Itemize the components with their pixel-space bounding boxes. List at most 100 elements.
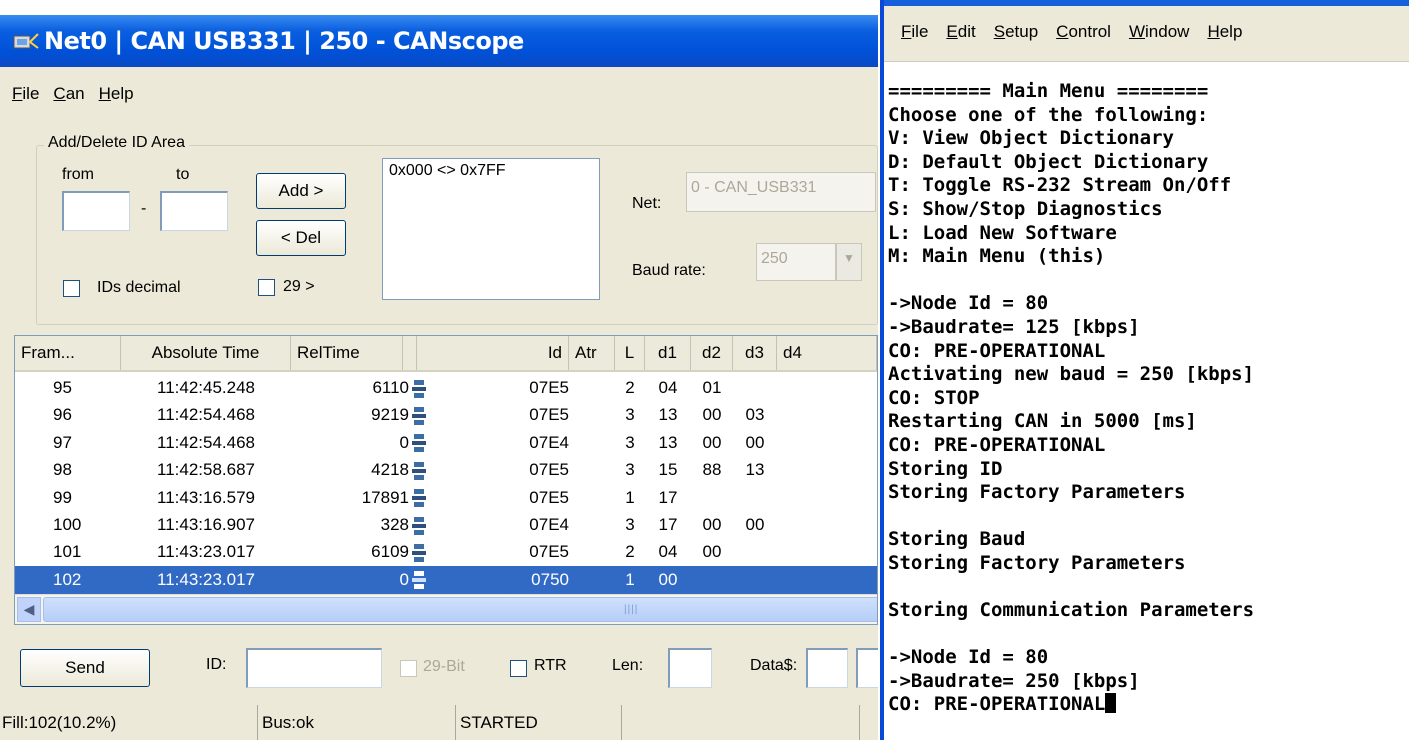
terminal-line: Choose one of the following: [888, 103, 1209, 126]
col-reltime[interactable]: RelTime [291, 336, 403, 370]
cell-d3 [733, 566, 777, 594]
cell-rel: 328 [380, 515, 409, 534]
bit29-send-checkbox[interactable] [400, 660, 417, 677]
table-row[interactable]: 99 11:43:16.579 17891 07E5 1 17 [15, 484, 877, 512]
data-input-2[interactable] [856, 648, 878, 688]
scroll-left-icon[interactable]: ◀ [17, 597, 41, 622]
cell-abs: 11:42:45.248 [157, 378, 255, 397]
net-select[interactable]: 0 - CAN_USB331 [686, 172, 876, 212]
cell-rel: 0 [399, 569, 409, 589]
cell-id: 07E5 [529, 460, 569, 480]
send-button[interactable]: Send [20, 649, 150, 687]
col-icon[interactable] [403, 336, 417, 370]
cell-rel: 4218 [371, 460, 409, 480]
del-button[interactable]: < Del [256, 220, 346, 256]
table-row[interactable]: 102 11:43:23.017 0 0750 1 00 [15, 565, 877, 594]
cell-l: 2 [625, 542, 635, 562]
col-absolute-time[interactable]: Absolute Time [121, 336, 291, 370]
to-input[interactable] [160, 191, 228, 231]
cell-abs: 11:43:23.017 [157, 542, 255, 562]
len-input[interactable] [668, 648, 712, 688]
ids-decimal-checkbox[interactable] [63, 280, 80, 297]
col-d1[interactable]: d1 [645, 336, 691, 370]
terminal-line: V: View Object Dictionary [888, 127, 1174, 150]
len-label: Len: [612, 657, 644, 674]
data-label: Data$: [750, 657, 798, 674]
cell-l: 3 [625, 432, 635, 452]
table-row[interactable]: 97 11:42:54.468 0 07E4 3 13 00 00 [15, 429, 877, 457]
net-label: Net: [632, 195, 662, 212]
cell-d2: 00 [702, 405, 722, 425]
cell-frame: 99 [53, 487, 72, 507]
terminal-menu-file[interactable]: File [901, 22, 928, 61]
id-range-item[interactable]: 0x000 <> 0x7FF [389, 162, 593, 180]
baud-dropdown-arrow-icon[interactable]: ▼ [836, 243, 862, 281]
col-len[interactable]: L [615, 336, 645, 370]
status-bus: Bus:ok [260, 705, 456, 740]
terminal-output[interactable]: ========= Main Menu ======== Choose one o… [888, 80, 1409, 717]
cell-atr [569, 538, 615, 566]
cell-id: 0750 [531, 569, 569, 589]
cell-d1: 13 [658, 432, 678, 452]
terminal-line: T: Toggle RS-232 Stream On/Off [888, 174, 1232, 197]
cell-d2 [691, 566, 733, 594]
table-row[interactable]: 95 11:42:45.248 6110 07E5 2 04 01 [15, 374, 877, 402]
cell-l: 3 [625, 515, 635, 534]
send-id-input[interactable] [246, 648, 382, 688]
col-d3[interactable]: d3 [733, 336, 777, 370]
cell-rel: 9219 [371, 405, 409, 425]
menu-help[interactable]: Help [99, 82, 134, 112]
col-d4[interactable]: d4 [777, 336, 877, 370]
from-input[interactable] [62, 191, 130, 231]
terminal-menu-edit[interactable]: Edit [946, 22, 975, 61]
add-button[interactable]: Add > [256, 173, 346, 209]
cell-l: 3 [625, 460, 635, 480]
scroll-thumb[interactable] [43, 597, 877, 622]
cell-frame: 101 [53, 542, 82, 562]
cell-abs: 11:42:54.468 [157, 432, 255, 452]
data-input[interactable] [806, 648, 848, 688]
baud-label: Baud rate: [632, 262, 706, 279]
id-area-legend: Add/Delete ID Area [44, 134, 189, 152]
terminal-menu-setup[interactable]: Setup [994, 22, 1038, 61]
cell-id: 07E5 [529, 378, 569, 397]
id-range-list[interactable]: 0x000 <> 0x7FF [382, 158, 600, 300]
terminal-line: S: Show/Stop Diagnostics [888, 197, 1163, 220]
terminal-menu-window[interactable]: Window [1129, 22, 1189, 61]
frames-table[interactable]: Fram... Absolute Time RelTime Id Atr L d… [14, 335, 878, 625]
baud-select[interactable]: 250 [756, 243, 836, 281]
canscope-window: Net0 | CAN USB331 | 250 - CANscope File … [0, 15, 878, 740]
terminal-line: L: Load New Software [888, 221, 1117, 244]
window-title: Net0 | CAN USB331 | 250 - CANscope [44, 27, 524, 55]
terminal-line: Storing ID [888, 457, 1003, 480]
col-atr[interactable]: Atr [569, 336, 615, 370]
col-id[interactable]: Id [417, 336, 569, 370]
table-row[interactable]: 100 11:43:16.907 328 07E4 3 17 00 00 [15, 511, 877, 539]
table-row[interactable]: 101 11:43:23.017 6109 07E5 2 04 00 [15, 538, 877, 566]
terminal-line: M: Main Menu (this) [888, 245, 1106, 268]
cell-atr [569, 374, 615, 402]
col-frame[interactable]: Fram... [15, 336, 121, 370]
table-row[interactable]: 96 11:42:54.468 9219 07E5 3 13 00 03 [15, 401, 877, 429]
menu-can[interactable]: Can [53, 82, 84, 112]
cell-d1: 04 [658, 542, 678, 562]
terminal-menu-control[interactable]: Control [1056, 22, 1111, 61]
col-d2[interactable]: d2 [691, 336, 733, 370]
cell-d1: 04 [658, 378, 678, 397]
cell-abs: 11:43:16.907 [157, 515, 255, 534]
cell-d2: 00 [702, 432, 722, 452]
rtr-checkbox[interactable] [510, 660, 527, 677]
title-bar[interactable]: Net0 | CAN USB331 | 250 - CANscope [0, 15, 878, 67]
menu-bar: File Can Help [0, 82, 134, 112]
horizontal-scrollbar[interactable]: ◀ |||| [15, 594, 877, 624]
table-row[interactable]: 98 11:42:58.687 4218 07E5 3 15 88 13 [15, 456, 877, 484]
bit29-checkbox[interactable] [258, 279, 275, 296]
status-bar: Fill:102(10.2%) Bus:ok STARTED [0, 705, 878, 740]
cell-frame: 95 [53, 378, 72, 397]
terminal-menu-bar: File Edit Setup Control Window Help [884, 6, 1409, 62]
cell-rel: 6110 [372, 378, 409, 397]
menu-file[interactable]: File [12, 82, 39, 112]
terminal-menu-help[interactable]: Help [1207, 22, 1242, 61]
